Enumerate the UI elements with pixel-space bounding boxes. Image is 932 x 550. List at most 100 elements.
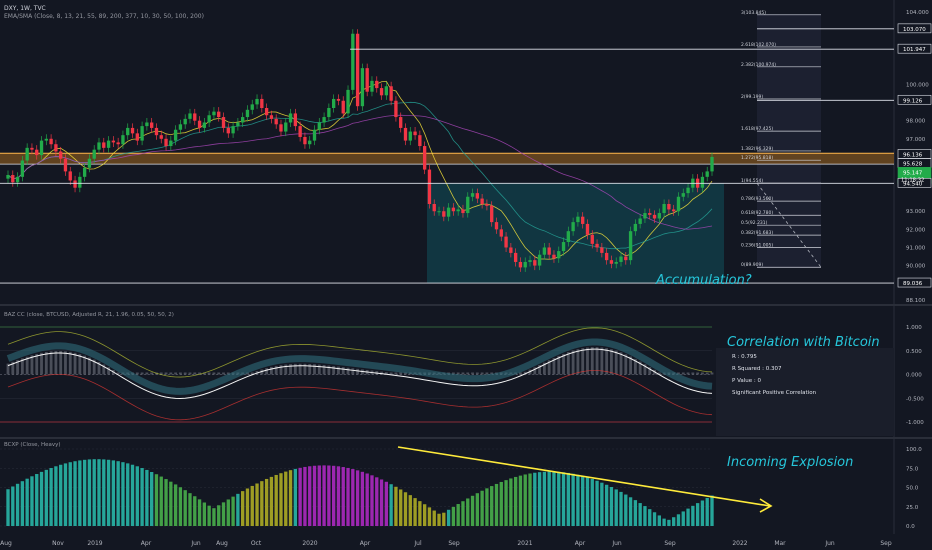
candle-body <box>82 167 87 177</box>
bcxp-bar <box>54 466 58 526</box>
bcxp-bar <box>331 465 336 526</box>
candle-body <box>102 142 106 148</box>
bcxp-bar <box>183 490 187 526</box>
bcxp-legend[interactable]: BCXP (Close, Heavy) <box>4 442 61 448</box>
time-tick: Jun <box>611 540 622 547</box>
incoming-explosion-label: Incoming Explosion <box>727 455 854 470</box>
candle-body <box>628 231 633 261</box>
bcxp-bar <box>427 507 432 526</box>
bcxp-bar <box>49 467 53 526</box>
candle-body <box>135 133 139 141</box>
cc-tick: -1.000 <box>906 420 924 426</box>
time-tick: 2019 <box>87 540 102 547</box>
cc-bar <box>164 372 168 375</box>
bcxp-bar <box>624 494 628 526</box>
candle-body <box>312 129 317 141</box>
candle-body <box>451 207 456 212</box>
candle-body <box>518 261 523 268</box>
candle-body <box>379 88 384 96</box>
price-label: 95.628 <box>903 162 923 168</box>
bcxp-bar <box>68 462 72 526</box>
bcxp-bar <box>585 477 590 526</box>
candle-body <box>298 126 302 137</box>
cc-bar <box>686 372 690 375</box>
candle-body <box>389 86 393 101</box>
bcxp-bar <box>681 511 685 526</box>
bcxp-bar <box>327 465 331 526</box>
bcxp-bar <box>87 459 92 526</box>
cc-legend[interactable]: BAZ CC (close, BTCUSD, Adjusted R, 21, 1… <box>4 312 174 318</box>
cc-bar <box>59 351 63 375</box>
price-tick: 92.000 <box>906 227 926 233</box>
bcxp-bar <box>604 484 609 526</box>
candle-body <box>140 126 144 141</box>
candle-body <box>399 117 403 128</box>
cc-bar <box>571 350 575 375</box>
candle-body <box>624 256 628 261</box>
candle-body <box>269 115 274 119</box>
candle-body <box>346 89 350 114</box>
candle-body <box>78 176 82 188</box>
cc-bar <box>562 353 565 375</box>
bcxp-bar <box>700 500 705 526</box>
bcxp-bar <box>279 473 283 526</box>
cc-bar <box>179 372 182 375</box>
cc-bar <box>78 354 82 375</box>
bcxp-bar <box>537 472 542 526</box>
time-tick: 2022 <box>732 540 747 547</box>
bcxp-bar <box>355 470 360 526</box>
bcxp-bar <box>633 500 638 526</box>
candle-body <box>116 142 120 145</box>
fib-label: 2.618(102.070) <box>741 42 776 48</box>
bcxp-bar <box>499 481 503 526</box>
header-ma-legend[interactable]: EMA/SMA (Close, 8, 13, 21, 55, 89, 200, … <box>4 13 204 20</box>
candle-body <box>293 113 298 127</box>
bcxp-bar <box>73 461 77 526</box>
bcxp-bar <box>30 476 34 526</box>
fib-label: 0(89.909) <box>741 262 763 268</box>
bcxp-bar <box>470 495 475 526</box>
bcxp-bar <box>284 471 288 526</box>
cc-bar <box>624 354 628 375</box>
bcxp-bar <box>571 473 575 526</box>
cc-bar <box>346 367 350 375</box>
candle-body <box>662 204 666 214</box>
price-axis[interactable]: 104.000102.000100.00098.00097.00096.0009… <box>897 10 932 530</box>
time-axis[interactable]: Aug Nov 2019 Apr Jun Aug Oct 2020 Apr Jul Sep 2021 A… <box>0 540 892 547</box>
candle-body <box>317 122 321 130</box>
candle-body <box>39 140 44 156</box>
candle-body <box>648 213 652 215</box>
bcxp-bar <box>648 509 652 526</box>
header-symbol[interactable]: DXY, 1W, TVC <box>4 5 46 12</box>
cc-bar <box>705 372 709 375</box>
bcxp-bar <box>485 488 489 526</box>
bcxp-tick: 0.0 <box>906 524 915 530</box>
bcxp-bar <box>255 483 259 526</box>
correlation-pane <box>0 326 714 423</box>
cc-bar <box>581 348 585 375</box>
candle-body <box>504 236 508 248</box>
bcxp-bar <box>360 471 365 526</box>
bcxp-bar <box>657 515 661 526</box>
candle-body <box>657 213 661 219</box>
candle-body <box>609 260 614 264</box>
candle-body <box>710 156 714 172</box>
price-tick: 88.100 <box>906 298 926 304</box>
candle-body <box>274 118 278 125</box>
cc-bar <box>73 352 77 375</box>
bcxp-bar <box>466 498 470 526</box>
cc-bar <box>466 372 470 375</box>
time-tick: Apr <box>575 540 586 547</box>
bcxp-bar <box>212 508 216 526</box>
pane-separator <box>0 304 932 306</box>
bcxp-tick: 25.0 <box>906 505 919 511</box>
bcxp-bar <box>154 474 159 526</box>
candle-body <box>384 86 389 96</box>
bcxp-bar <box>662 518 666 526</box>
candle-body <box>20 160 25 177</box>
candle-body <box>154 127 159 136</box>
candle-body <box>509 247 513 253</box>
fib-label: 0.618(92.780) <box>741 210 773 216</box>
candle-body <box>470 193 475 197</box>
price-label: 95.147 <box>903 170 923 176</box>
